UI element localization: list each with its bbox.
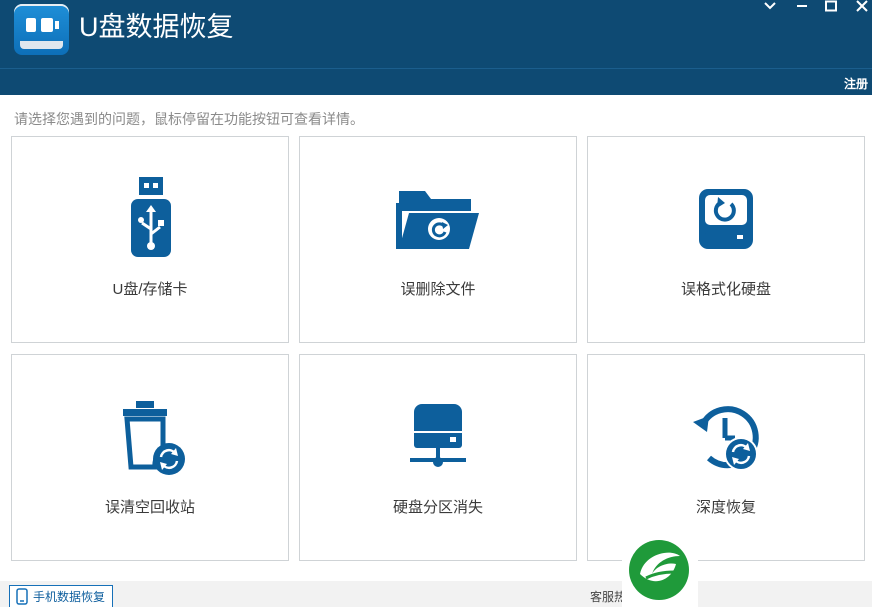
close-button[interactable] <box>852 0 872 14</box>
close-icon <box>856 0 868 12</box>
disk-partition-icon <box>410 404 466 467</box>
disk-refresh-icon <box>699 189 753 249</box>
folder-restore-icon <box>396 191 479 249</box>
menu-bar: 注册 <box>0 68 872 95</box>
mobile-recovery-label: 手机数据恢复 <box>33 590 106 604</box>
instruction-text: 请选择您遇到的问题，鼠标停留在功能按钮可查看详情。 <box>14 111 364 127</box>
tile-recycle-bin[interactable]: 误清空回收站 <box>11 354 289 561</box>
minimize-icon <box>797 5 807 7</box>
mobile-recovery-button[interactable]: 手机数据恢复 <box>9 585 113 607</box>
tile-label: 误格式化硬盘 <box>680 281 771 298</box>
tile-label: 硬盘分区消失 <box>392 499 483 516</box>
title-bar: U盘数据恢复 <box>0 0 872 68</box>
register-link[interactable]: 注册 <box>844 75 868 92</box>
tile-deep-recovery[interactable]: 深度恢复 <box>587 354 865 561</box>
recycle-bin-restore-icon <box>123 401 185 475</box>
phone-icon <box>16 588 28 605</box>
history-restore-icon <box>693 406 759 471</box>
usb-drive-icon <box>131 177 171 257</box>
tile-lost-partition[interactable]: 硬盘分区消失 <box>299 354 577 561</box>
tile-label: 误清空回收站 <box>104 499 195 516</box>
service-hotline-label: 客服热线 <box>590 590 624 604</box>
chevron-down-icon <box>764 2 776 10</box>
menu-dropdown-button[interactable] <box>760 0 780 14</box>
leaf-logo-icon <box>629 540 689 600</box>
maximize-icon <box>825 0 837 12</box>
tile-label: 误删除文件 <box>400 281 476 298</box>
app-logo-icon <box>14 4 69 55</box>
tile-formatted-disk[interactable]: 误格式化硬盘 <box>587 136 865 343</box>
minimize-button[interactable] <box>792 0 812 14</box>
watermark-logo <box>622 534 698 607</box>
status-bar: 手机数据恢复 客服热线 <box>0 581 872 607</box>
app-title: U盘数据恢复 <box>79 12 234 42</box>
tile-label: 深度恢复 <box>695 499 756 516</box>
maximize-button[interactable] <box>821 0 841 14</box>
tile-usb-storage[interactable]: U盘/存储卡 <box>11 136 289 343</box>
tile-deleted-files[interactable]: 误删除文件 <box>299 136 577 343</box>
tile-label: U盘/存储卡 <box>112 281 188 298</box>
